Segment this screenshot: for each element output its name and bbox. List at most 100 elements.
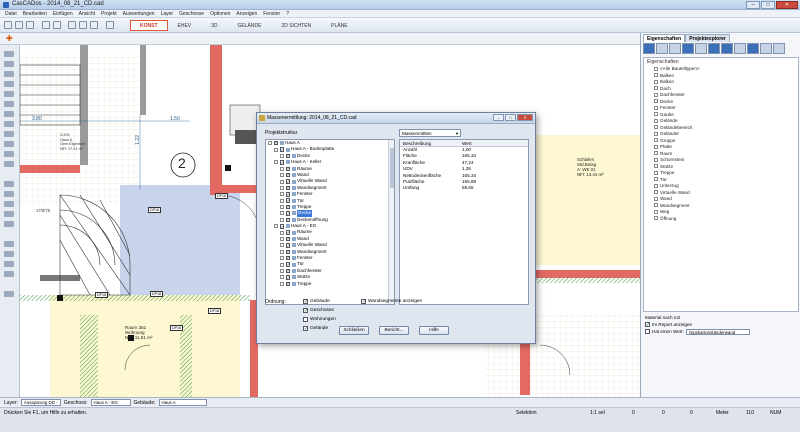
tree-node-checkbox[interactable] [285, 172, 290, 178]
expand-icon[interactable] [274, 147, 278, 152]
dimension-tool-icon[interactable] [4, 221, 14, 227]
export-icon[interactable] [773, 43, 785, 54]
tab-gelaende[interactable]: GELÄNDE [228, 20, 272, 31]
expand-icon[interactable] [654, 66, 658, 71]
tree-node-checkbox[interactable] [273, 140, 278, 146]
expand-icon[interactable] [280, 192, 284, 197]
gelaende-checkbox[interactable] [303, 326, 308, 332]
expand-icon[interactable] [654, 157, 658, 162]
option-geschosse[interactable]: Geschosse [303, 308, 334, 314]
geschoss-select[interactable]: Haus A - EG [90, 399, 131, 406]
expand-icon[interactable] [654, 92, 658, 97]
property-item[interactable]: Öffnung [644, 216, 798, 223]
expand-icon[interactable] [274, 160, 278, 165]
tree-node-checkbox[interactable] [279, 147, 284, 153]
menu-layer[interactable]: Layer [158, 11, 177, 17]
tree-node-checkbox[interactable] [285, 166, 290, 172]
window-tool-icon[interactable] [4, 91, 14, 97]
stair-tool-icon[interactable] [4, 111, 14, 117]
expand-icon[interactable] [654, 151, 658, 156]
menu-help[interactable]: ? [283, 11, 292, 17]
wert-select[interactable]: Gipskartonständerwand [685, 328, 750, 335]
undo-icon[interactable] [42, 21, 50, 29]
beam-tool-icon[interactable] [4, 141, 14, 147]
view-icon[interactable] [669, 43, 681, 54]
tree-node-checkbox[interactable] [285, 198, 290, 204]
room-tool-icon[interactable] [4, 131, 14, 137]
grid-icon[interactable] [695, 43, 707, 54]
expand-icon[interactable] [280, 217, 284, 222]
report-checkbox[interactable] [645, 322, 650, 328]
redo-icon[interactable] [53, 21, 61, 29]
filter-icon[interactable] [643, 43, 655, 54]
expand-icon[interactable] [280, 262, 284, 267]
expand-icon[interactable] [268, 141, 272, 146]
expand-icon[interactable] [654, 131, 658, 136]
copy-tool-icon[interactable] [4, 261, 14, 267]
expand-icon[interactable] [280, 269, 284, 273]
gebaeude-select[interactable]: Haus A [158, 399, 207, 406]
tree-node-checkbox[interactable] [285, 275, 290, 280]
geschosse-checkbox[interactable] [303, 308, 308, 314]
roof-tool-icon[interactable] [4, 121, 14, 127]
list-icon[interactable] [708, 43, 720, 54]
dialog-maximize-button[interactable]: □ [505, 114, 516, 121]
expand-icon[interactable] [280, 230, 284, 235]
expand-icon[interactable] [654, 86, 658, 91]
menu-projekt[interactable]: Projekt [98, 11, 120, 17]
expand-icon[interactable] [654, 99, 658, 104]
wall-tool-icon[interactable] [4, 61, 14, 67]
menu-einfuegen[interactable]: Einfügen [50, 11, 76, 17]
tree-node-checkbox[interactable] [285, 211, 290, 217]
menu-geschosse[interactable]: Geschosse [176, 11, 207, 17]
zoom-fit-icon[interactable] [90, 21, 98, 29]
tree-node-checkbox[interactable] [285, 153, 290, 159]
expand-icon[interactable] [280, 211, 284, 216]
expand-icon[interactable] [654, 183, 658, 188]
new-icon[interactable] [4, 21, 12, 29]
tab-3d[interactable]: 3D [201, 20, 227, 31]
report-icon[interactable] [747, 43, 759, 54]
option-gelaende[interactable]: Gelände [303, 326, 328, 332]
expand-icon[interactable] [280, 198, 284, 203]
tab-2d-sichten[interactable]: 2D SICHTEN [271, 20, 321, 31]
tree-node-checkbox[interactable] [285, 236, 290, 242]
tab-eigenschaften[interactable]: Eigenschaften [643, 34, 686, 42]
tab-ehev[interactable]: EHEV [168, 20, 202, 31]
option-wohnungen[interactable]: Wohnungen [303, 317, 336, 322]
expand-icon[interactable] [280, 205, 284, 210]
menu-optionen[interactable]: Optionen [207, 11, 233, 17]
tree-node-checkbox[interactable] [285, 179, 290, 185]
slab-tool-icon[interactable] [4, 81, 14, 87]
circle-tool-icon[interactable] [4, 191, 14, 197]
expand-icon[interactable] [654, 177, 658, 182]
expand-icon[interactable] [654, 79, 658, 84]
expand-icon[interactable] [654, 112, 658, 117]
expand-icon[interactable] [654, 170, 658, 175]
text-tool-icon[interactable] [4, 211, 14, 217]
layer-select[interactable]: Aussparung DD - V [20, 399, 61, 412]
tree-node-checkbox[interactable] [285, 192, 290, 197]
wert-checkbox[interactable] [645, 329, 650, 334]
tree-icon[interactable] [721, 43, 733, 54]
tree-node-checkbox[interactable] [285, 243, 290, 249]
expand-icon[interactable] [654, 216, 658, 221]
expand-icon[interactable] [654, 203, 658, 208]
option-wandsegmente[interactable]: Wandsegmente anzeigen [361, 299, 422, 305]
tree-node[interactable]: Treppe [266, 281, 394, 287]
door-tool-icon[interactable] [4, 101, 14, 107]
dialog-title-bar[interactable]: Massenermittlung: 2014_08_21_CD.cad – □ … [257, 113, 535, 124]
wandsegmente-checkbox[interactable] [361, 299, 366, 305]
dialog-minimize-button[interactable]: – [493, 114, 504, 121]
settings-icon[interactable] [760, 43, 772, 54]
tree-node-checkbox[interactable] [285, 249, 290, 255]
property-tree[interactable]: Eigenschaften <Alle Bauteiltypen> Balken… [643, 57, 799, 312]
scrollbar-thumb[interactable] [390, 148, 394, 188]
expand-icon[interactable] [280, 249, 284, 254]
move-tool-icon[interactable] [4, 241, 14, 247]
expand-icon[interactable] [654, 125, 658, 130]
minimize-button[interactable]: – [746, 1, 760, 9]
menu-ansicht[interactable]: Ansicht [76, 11, 98, 17]
wohnungen-checkbox[interactable] [303, 317, 308, 322]
rect-tool-icon[interactable] [4, 201, 14, 207]
